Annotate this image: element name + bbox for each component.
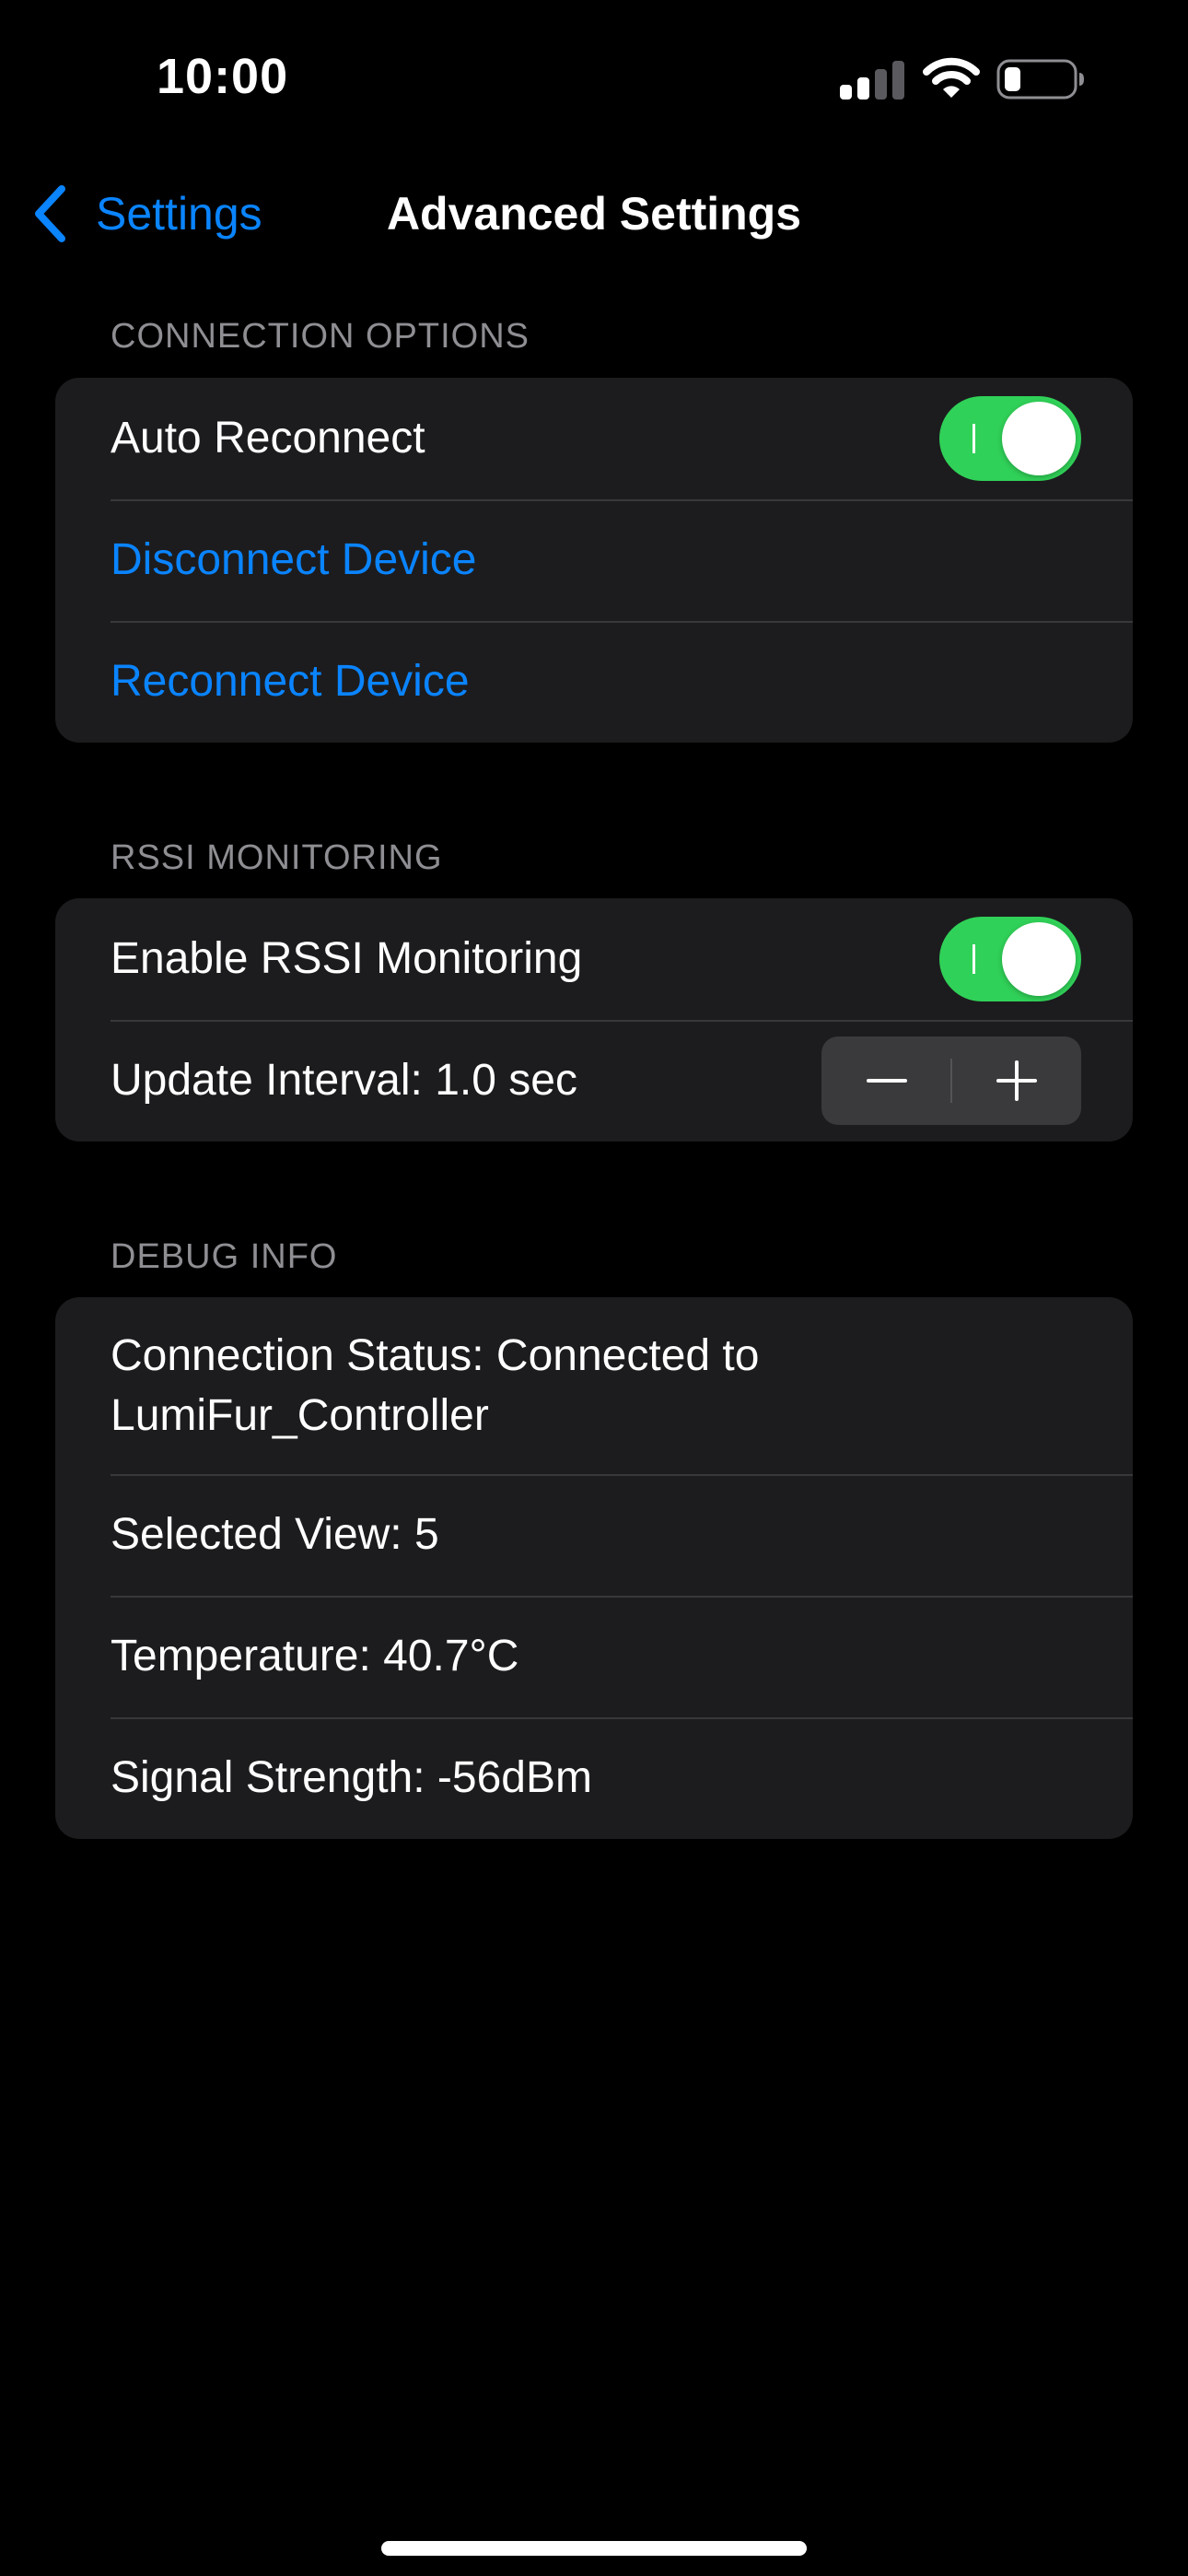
auto-reconnect-row: Auto Reconnect (55, 378, 1133, 499)
plus-icon (996, 1060, 1037, 1101)
reconnect-device-button[interactable]: Reconnect Device (55, 621, 1133, 743)
signal-strength-value: Signal Strength: -56dBm (111, 1753, 592, 1803)
auto-reconnect-label: Auto Reconnect (111, 414, 425, 463)
connection-status-row: Connection Status: Connected to LumiFur_… (55, 1297, 1133, 1474)
update-interval-row: Update Interval: 1.0 sec (55, 1020, 1133, 1142)
update-interval-stepper (821, 1036, 1081, 1125)
section-header-connection-options: CONNECTION OPTIONS (111, 317, 530, 356)
selected-view-value: Selected View: 5 (111, 1510, 439, 1560)
connection-status-value: Connection Status: Connected to LumiFur_… (111, 1330, 760, 1440)
update-interval-label: Update Interval: 1.0 sec (111, 1056, 577, 1106)
toggle-knob (1002, 922, 1076, 996)
temperature-row: Temperature: 40.7°C (55, 1596, 1133, 1717)
enable-rssi-row: Enable RSSI Monitoring (55, 898, 1133, 1020)
temperature-value: Temperature: 40.7°C (111, 1632, 519, 1681)
status-bar: 10:00 (0, 0, 1188, 157)
selected-view-row: Selected View: 5 (55, 1474, 1133, 1596)
toggle-on-icon (973, 944, 975, 974)
chevron-left-icon (35, 185, 65, 242)
home-indicator[interactable] (381, 2541, 807, 2556)
disconnect-device-button[interactable]: Disconnect Device (55, 499, 1133, 621)
status-time: 10:00 (157, 49, 289, 104)
connection-options-group: Auto Reconnect Disconnect Device Reconne… (55, 378, 1133, 743)
toggle-on-icon (973, 424, 975, 453)
back-button[interactable]: Settings (31, 177, 262, 251)
enable-rssi-toggle[interactable] (939, 917, 1081, 1001)
toggle-knob (1002, 402, 1076, 475)
disconnect-device-label: Disconnect Device (111, 535, 477, 585)
auto-reconnect-toggle[interactable] (939, 396, 1081, 481)
rssi-monitoring-group: Enable RSSI Monitoring Update Interval: … (55, 898, 1133, 1142)
navigation-bar: Advanced Settings Settings (0, 166, 1188, 258)
enable-rssi-label: Enable RSSI Monitoring (111, 934, 583, 984)
wifi-icon (923, 57, 980, 100)
decrement-button[interactable] (821, 1036, 951, 1125)
minus-icon (866, 1079, 907, 1083)
battery-icon (996, 59, 1085, 100)
back-button-label: Settings (96, 188, 262, 240)
stepper-divider (950, 1059, 952, 1103)
section-header-rssi-monitoring: RSSI MONITORING (111, 838, 443, 877)
reconnect-device-label: Reconnect Device (111, 657, 470, 707)
increment-button[interactable] (951, 1036, 1081, 1125)
signal-strength-row: Signal Strength: -56dBm (55, 1717, 1133, 1839)
cellular-signal-icon (840, 61, 904, 100)
debug-info-group: Connection Status: Connected to LumiFur_… (55, 1297, 1133, 1839)
section-header-debug-info: DEBUG INFO (111, 1237, 338, 1276)
